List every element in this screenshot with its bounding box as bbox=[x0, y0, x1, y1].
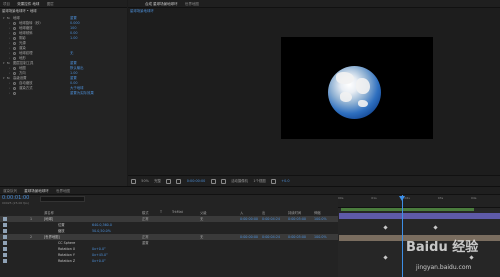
stopwatch-icon[interactable] bbox=[13, 82, 16, 85]
effect-property-row[interactable]: › 重置为实际效果 bbox=[0, 91, 127, 96]
ruler-tick-label: 03s bbox=[437, 196, 444, 200]
stopwatch-icon[interactable] bbox=[13, 27, 16, 30]
visibility-icon[interactable] bbox=[3, 259, 7, 263]
visibility-icon[interactable] bbox=[3, 223, 7, 227]
watermark-url: jingyan.baidu.com bbox=[416, 264, 472, 271]
watermark-brand: Baidu 经验 bbox=[406, 240, 479, 255]
col-parent[interactable]: 父级 bbox=[200, 210, 207, 215]
property-row[interactable]: Rotation Z 0x+0.0° bbox=[0, 258, 338, 264]
snapshot-icon[interactable] bbox=[176, 178, 182, 184]
tab-layer[interactable]: 图层 bbox=[44, 0, 57, 8]
ruler-tick-label: 01s bbox=[371, 196, 377, 200]
col-in[interactable]: 入 bbox=[240, 210, 243, 215]
stopwatch-icon[interactable] bbox=[13, 57, 16, 60]
stopwatch-icon[interactable] bbox=[13, 32, 16, 35]
globe-land bbox=[358, 100, 368, 107]
globe-land bbox=[336, 72, 354, 84]
expand-caret-icon[interactable]: › bbox=[9, 91, 10, 96]
effect-controls-header-label: 星球场景地球环 • 地球 bbox=[2, 9, 37, 13]
effect-controls-header: 星球场景地球环 • 地球 bbox=[0, 9, 127, 14]
tab-world-map[interactable]: 世界地图 bbox=[182, 0, 202, 8]
col-duration[interactable]: 持续时间 bbox=[288, 210, 301, 215]
globe-render bbox=[328, 66, 381, 119]
visibility-icon[interactable] bbox=[3, 235, 7, 239]
stopwatch-icon[interactable] bbox=[13, 72, 16, 75]
effect-controls-tabs: 项目 效果控件 地球 图层 bbox=[0, 0, 127, 8]
tab-timeline-world-map[interactable]: 世界地图 bbox=[53, 187, 73, 195]
visibility-icon[interactable] bbox=[3, 247, 7, 251]
stopwatch-icon[interactable] bbox=[13, 92, 16, 95]
stopwatch-icon[interactable] bbox=[13, 47, 16, 50]
ruler-tick-label: 04s bbox=[471, 196, 477, 200]
visibility-icon[interactable] bbox=[3, 241, 7, 245]
tab-timeline-comp[interactable]: 星球场景地球环 bbox=[21, 187, 52, 195]
grid-icon[interactable] bbox=[166, 178, 172, 184]
frame-count: 00025 (25.00 fps) bbox=[2, 201, 29, 205]
visibility-icon[interactable] bbox=[3, 229, 7, 233]
col-mode[interactable]: 模式 bbox=[142, 210, 149, 215]
tab-comp[interactable]: 合成 星球场景地球环 bbox=[142, 0, 181, 8]
property-value[interactable]: 0x+0.0° bbox=[92, 258, 106, 264]
color-icon[interactable] bbox=[220, 178, 226, 184]
stopwatch-icon[interactable] bbox=[13, 87, 16, 90]
camera-icon[interactable] bbox=[210, 178, 216, 184]
toggle-icon[interactable] bbox=[270, 178, 276, 184]
col-trkmat[interactable]: TrkMat bbox=[172, 210, 183, 214]
ruler-tick-label: 02s bbox=[404, 196, 410, 200]
tab-project[interactable]: 项目 bbox=[0, 0, 13, 8]
col-source-name[interactable]: 源名称 bbox=[44, 210, 54, 215]
timeline-tabs: 渲染队列 星球场景地球环 世界地图 bbox=[0, 187, 500, 195]
region-icon[interactable] bbox=[131, 178, 136, 184]
col-stretch[interactable]: 伸缩 bbox=[314, 210, 321, 215]
ruler-tick-label: 00s bbox=[338, 196, 344, 200]
playhead-handle[interactable] bbox=[399, 196, 405, 201]
layer-name[interactable]: Rotation Z bbox=[58, 258, 75, 264]
stopwatch-icon[interactable] bbox=[13, 22, 16, 25]
stopwatch-icon[interactable] bbox=[13, 42, 16, 45]
tab-render-queue[interactable]: 渲染队列 bbox=[0, 187, 20, 195]
viewer-tabs: 合成 星球场景地球环 世界地图 bbox=[128, 0, 500, 8]
visibility-icon[interactable] bbox=[3, 217, 7, 221]
col-out[interactable]: 出 bbox=[262, 210, 265, 215]
globe-land bbox=[340, 92, 352, 102]
effect-property-value[interactable]: 重置为实际效果 bbox=[70, 91, 94, 96]
viewer-toolbar: 50% 完整 0:00:00:00 活动摄像机 1个视图 +0.0 bbox=[128, 175, 500, 186]
viewer-active-label: 星球场景地球环 bbox=[130, 9, 154, 13]
layer-search-input[interactable] bbox=[40, 196, 85, 202]
tab-effect-controls[interactable]: 效果控件 地球 bbox=[14, 0, 42, 8]
stopwatch-icon[interactable] bbox=[13, 37, 16, 40]
work-area-bar[interactable] bbox=[341, 208, 474, 211]
stopwatch-icon[interactable] bbox=[13, 52, 16, 55]
stopwatch-icon[interactable] bbox=[13, 67, 16, 70]
visibility-icon[interactable] bbox=[3, 253, 7, 257]
col-t[interactable]: T bbox=[160, 210, 162, 214]
globe-land bbox=[356, 78, 370, 94]
layer-bar-globe[interactable] bbox=[339, 213, 500, 219]
playhead[interactable] bbox=[402, 195, 403, 277]
